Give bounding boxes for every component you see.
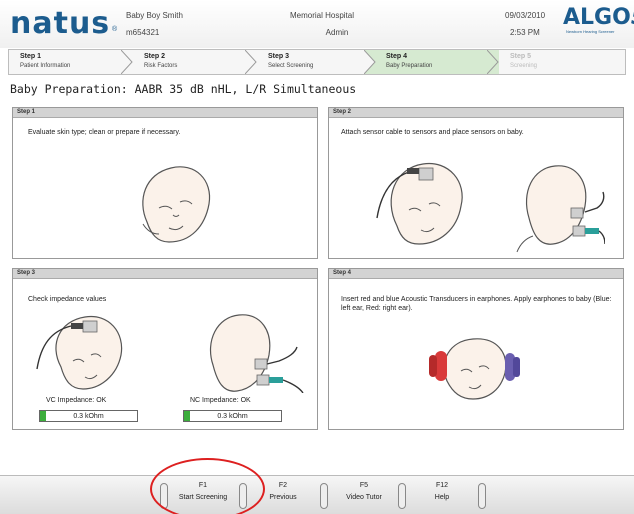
natus-logo: natus xyxy=(10,6,111,41)
page-title: Baby Preparation: AABR 35 dB nHL, L/R Si… xyxy=(10,82,357,96)
chevron-right-icon xyxy=(364,50,376,74)
impedance-check-illustration xyxy=(36,314,304,393)
step-progress-bar: Step 1 Patient Information Step 2 Risk F… xyxy=(8,49,626,75)
chevron-right-icon xyxy=(487,50,499,74)
step-number: Step 2 xyxy=(144,53,166,60)
algo-logo-text: ALGO xyxy=(563,5,631,30)
tab-step-3[interactable]: Step 3 Select Screening xyxy=(257,50,375,74)
chevron-right-icon xyxy=(245,50,257,74)
baby-face-illustration xyxy=(142,166,211,243)
panel-instruction: Check impedance values xyxy=(28,296,107,303)
step-number: Step 5 xyxy=(510,53,532,60)
panel-instruction: Insert red and blue Acoustic Transducers… xyxy=(341,296,612,312)
panel-instruction: Attach sensor cable to sensors and place… xyxy=(341,129,524,136)
video-tutor-button[interactable]: F5 Video Tutor xyxy=(331,476,397,514)
tab-step-5[interactable]: Step 5 Screening xyxy=(499,50,625,74)
panel-heading: Step 2 xyxy=(329,108,623,118)
nc-impedance-label: NC Impedance: OK xyxy=(190,397,251,404)
user-name: Admin xyxy=(325,28,349,37)
step-number: Step 4 xyxy=(386,53,408,60)
panel-step-2: Step 2 Attach sensor cable to sensors an… xyxy=(328,107,624,259)
panel-step-1: Step 1 Evaluate skin type; clean or prep… xyxy=(12,107,318,259)
vc-impedance-level xyxy=(40,411,46,421)
function-key-label: F12 xyxy=(435,482,449,489)
step-label: Select Screening xyxy=(268,63,314,69)
panel-step-4: Step 4 Insert red and blue Acoustic Tran… xyxy=(328,268,624,430)
step-number: Step 3 xyxy=(268,53,290,60)
app-header: natus ® Baby Boy Smith m654321 Memorial … xyxy=(0,0,634,48)
tab-step-4[interactable]: Step 4 Baby Preparation xyxy=(375,50,499,74)
panel-heading: Step 1 xyxy=(13,108,317,118)
nc-impedance-level xyxy=(184,411,190,421)
panel-instruction: Evaluate skin type; clean or prepare if … xyxy=(28,129,181,136)
step-label: Patient Information xyxy=(20,63,71,69)
step-number: Step 1 xyxy=(20,53,42,60)
panel-heading: Step 3 xyxy=(13,269,317,279)
key-separator xyxy=(320,483,328,509)
hospital-name: Memorial Hospital xyxy=(289,11,355,20)
sensor-placement-illustration xyxy=(376,162,605,253)
step-label: Screening xyxy=(510,63,538,69)
panel-heading: Step 4 xyxy=(329,269,623,279)
earphone-placement-illustration xyxy=(429,338,520,400)
vc-impedance-value: 0.3 kOhm xyxy=(73,413,104,420)
function-key-bar: F1 Start Screening F2 Previous F5 Video … xyxy=(0,475,634,514)
help-button[interactable]: F12 Help xyxy=(409,476,475,514)
algo-logo: ALGO5 xyxy=(563,5,634,30)
logo-registered-mark: ® xyxy=(112,26,118,33)
patient-id: m654321 xyxy=(126,28,160,37)
key-separator xyxy=(398,483,406,509)
algo-tagline: Newborn Hearing Screener xyxy=(566,29,615,34)
step-label: Baby Preparation xyxy=(386,63,433,69)
highlight-annotation-circle xyxy=(150,458,265,514)
current-date: 09/03/2010 xyxy=(505,11,546,20)
step-label: Risk Factors xyxy=(144,63,178,69)
function-key-action: Video Tutor xyxy=(346,494,382,501)
nc-impedance-value: 0.3 kOhm xyxy=(217,413,248,420)
key-separator xyxy=(478,483,486,509)
nc-impedance-meter: 0.3 kOhm xyxy=(183,410,282,422)
chevron-right-icon xyxy=(121,50,133,74)
vc-impedance-meter: 0.3 kOhm xyxy=(39,410,138,422)
function-key-action: Help xyxy=(434,494,450,501)
current-time: 2:53 PM xyxy=(510,28,540,37)
function-key-label: F5 xyxy=(359,482,369,489)
vc-impedance-label: VC Impedance: OK xyxy=(46,397,107,404)
patient-name: Baby Boy Smith xyxy=(126,11,183,20)
tab-step-1[interactable]: Step 1 Patient Information xyxy=(9,50,133,74)
panel-step-3: Step 3 Check impedance values VC Impedan… xyxy=(12,268,318,430)
tab-step-2[interactable]: Step 2 Risk Factors xyxy=(133,50,257,74)
